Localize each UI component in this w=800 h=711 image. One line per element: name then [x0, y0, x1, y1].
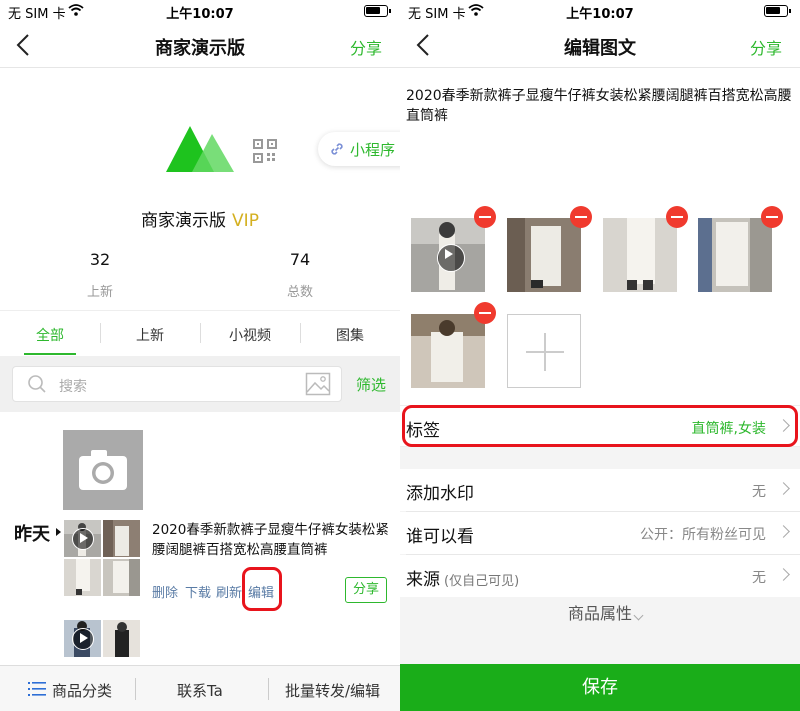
- stat-total-label: 总数: [286, 285, 313, 300]
- tab-bar: 全部 上新 小视频 图集: [0, 310, 400, 356]
- visibility-label: 谁可以看: [406, 527, 474, 547]
- product-thumb[interactable]: [103, 559, 140, 596]
- product-thumb[interactable]: [103, 620, 140, 657]
- shop-name: 商家演示版 VIP: [0, 206, 400, 231]
- shop-name-text: 商家演示版: [141, 211, 227, 231]
- chevron-right-icon: [777, 482, 790, 495]
- mini-program-button[interactable]: 小程序: [318, 132, 400, 166]
- tab-new[interactable]: 上新: [100, 325, 200, 345]
- source-row[interactable]: 来源 (仅自己可见) 无: [400, 555, 800, 597]
- search-input[interactable]: 搜索: [12, 366, 342, 402]
- status-bar: 无 SIM 卡 上午10:07: [0, 0, 400, 22]
- page-title: 商家演示版: [155, 38, 245, 59]
- product-thumb[interactable]: [64, 559, 101, 596]
- stat-new-value: 32: [89, 250, 111, 269]
- search-bar: 搜索 筛选: [0, 356, 400, 412]
- play-icon: [72, 528, 94, 550]
- remove-image-icon[interactable]: [474, 302, 496, 324]
- product-attributes-toggle[interactable]: 商品属性: [400, 600, 800, 624]
- edit-highlight-annotation: [242, 567, 282, 611]
- stat-total[interactable]: 74 总数: [250, 250, 350, 300]
- clock: 上午10:07: [166, 7, 234, 22]
- source-value: 无: [752, 570, 766, 586]
- product-thumb[interactable]: [64, 520, 101, 557]
- shop-home-screen: 无 SIM 卡 上午10:07 商家演示版 分享 小程序 商家演示版 VIP 3…: [0, 0, 400, 711]
- play-icon: [437, 244, 465, 272]
- post-image[interactable]: [698, 218, 772, 292]
- chevron-right-icon: [777, 525, 790, 538]
- battery-icon: [764, 5, 791, 17]
- camera-placeholder[interactable]: [63, 430, 143, 510]
- remove-image-icon[interactable]: [761, 206, 783, 228]
- edit-post-screen: 无 SIM 卡 上午10:07 编辑图文 分享 2020春季新款裤子显瘦牛仔裤女…: [400, 0, 800, 711]
- filter-button[interactable]: 筛选: [356, 374, 386, 395]
- delete-link[interactable]: 删除: [152, 582, 178, 601]
- stat-new-label: 上新: [86, 285, 113, 300]
- image-search-icon[interactable]: [305, 372, 331, 396]
- post-image[interactable]: [603, 218, 677, 292]
- source-label: 来源 (仅自己可见): [406, 565, 519, 590]
- visibility-value: 公开：所有粉丝可见: [640, 527, 766, 543]
- download-link[interactable]: 下载: [185, 582, 211, 601]
- refresh-link[interactable]: 刷新: [216, 582, 242, 601]
- list-icon: [28, 682, 46, 696]
- search-icon: [28, 375, 46, 393]
- contact-button[interactable]: 联系Ta: [177, 680, 223, 701]
- tab-all[interactable]: 全部: [0, 325, 100, 345]
- active-tab-indicator: [24, 353, 76, 355]
- category-button[interactable]: 商品分类: [52, 680, 112, 701]
- tags-highlight-annotation: [402, 405, 798, 447]
- product-thumb[interactable]: [103, 520, 140, 557]
- tab-gallery[interactable]: 图集: [300, 325, 400, 345]
- search-placeholder: 搜索: [59, 379, 87, 395]
- link-icon: [331, 143, 343, 155]
- post-image[interactable]: [411, 218, 485, 292]
- description-textarea[interactable]: 2020春季新款裤子显瘦牛仔裤女装松紧腰阔腿裤百搭宽松高腰直筒裤: [406, 86, 798, 126]
- watermark-row[interactable]: 添加水印 无: [400, 469, 800, 511]
- remove-image-icon[interactable]: [666, 206, 688, 228]
- bottom-bar-divider: [135, 678, 136, 700]
- status-bar: 无 SIM 卡 上午10:07: [400, 0, 800, 22]
- visibility-row[interactable]: 谁可以看 公开：所有粉丝可见: [400, 512, 800, 554]
- mini-program-label: 小程序: [350, 141, 396, 159]
- remove-image-icon[interactable]: [474, 206, 496, 228]
- vip-badge: VIP: [232, 211, 259, 231]
- share-button[interactable]: 分享: [750, 35, 782, 59]
- share-button[interactable]: 分享: [350, 35, 382, 59]
- back-icon[interactable]: [412, 32, 436, 58]
- back-icon[interactable]: [12, 32, 36, 58]
- item-share-button[interactable]: 分享: [345, 577, 387, 603]
- stat-total-value: 74: [289, 250, 311, 269]
- source-label-text: 来源: [406, 570, 440, 590]
- clock: 上午10:07: [566, 7, 634, 22]
- product-description: 2020春季新款裤子显瘦牛仔裤女装松紧腰阔腿裤百搭宽松高腰直筒裤: [152, 522, 389, 558]
- shop-logo: [152, 104, 244, 196]
- date-marker-arrow-icon: [56, 528, 61, 536]
- page-title: 编辑图文: [564, 38, 636, 59]
- nav-bar: 商家演示版 分享: [0, 22, 400, 68]
- post-content-area: 2020春季新款裤子显瘦牛仔裤女装松紧腰阔腿裤百搭宽松高腰直筒裤: [400, 68, 800, 408]
- bottom-bar-divider: [268, 678, 269, 700]
- source-hint: (仅自己可见): [444, 574, 520, 589]
- watermark-label: 添加水印: [406, 484, 474, 504]
- stat-new[interactable]: 32 上新: [50, 250, 150, 300]
- date-marker: 昨天: [14, 524, 50, 545]
- post-image[interactable]: [411, 314, 485, 388]
- batch-forward-edit-button[interactable]: 批量转发/编辑: [285, 680, 380, 701]
- post-image[interactable]: [507, 218, 581, 292]
- camera-icon: [79, 450, 127, 490]
- chevron-right-icon: [777, 568, 790, 581]
- battery-icon: [364, 5, 391, 17]
- shop-logo-mountains-icon: [166, 126, 234, 172]
- tab-video[interactable]: 小视频: [200, 325, 300, 345]
- save-button[interactable]: 保存: [400, 664, 800, 711]
- watermark-value: 无: [752, 484, 766, 500]
- nav-bar: 编辑图文 分享: [400, 22, 800, 68]
- add-image-button[interactable]: [507, 314, 581, 388]
- qr-code-icon[interactable]: [253, 139, 277, 163]
- product-thumb[interactable]: [64, 620, 101, 657]
- bottom-bar: 商品分类 联系Ta 批量转发/编辑: [0, 665, 400, 711]
- play-icon: [72, 628, 94, 650]
- remove-image-icon[interactable]: [570, 206, 592, 228]
